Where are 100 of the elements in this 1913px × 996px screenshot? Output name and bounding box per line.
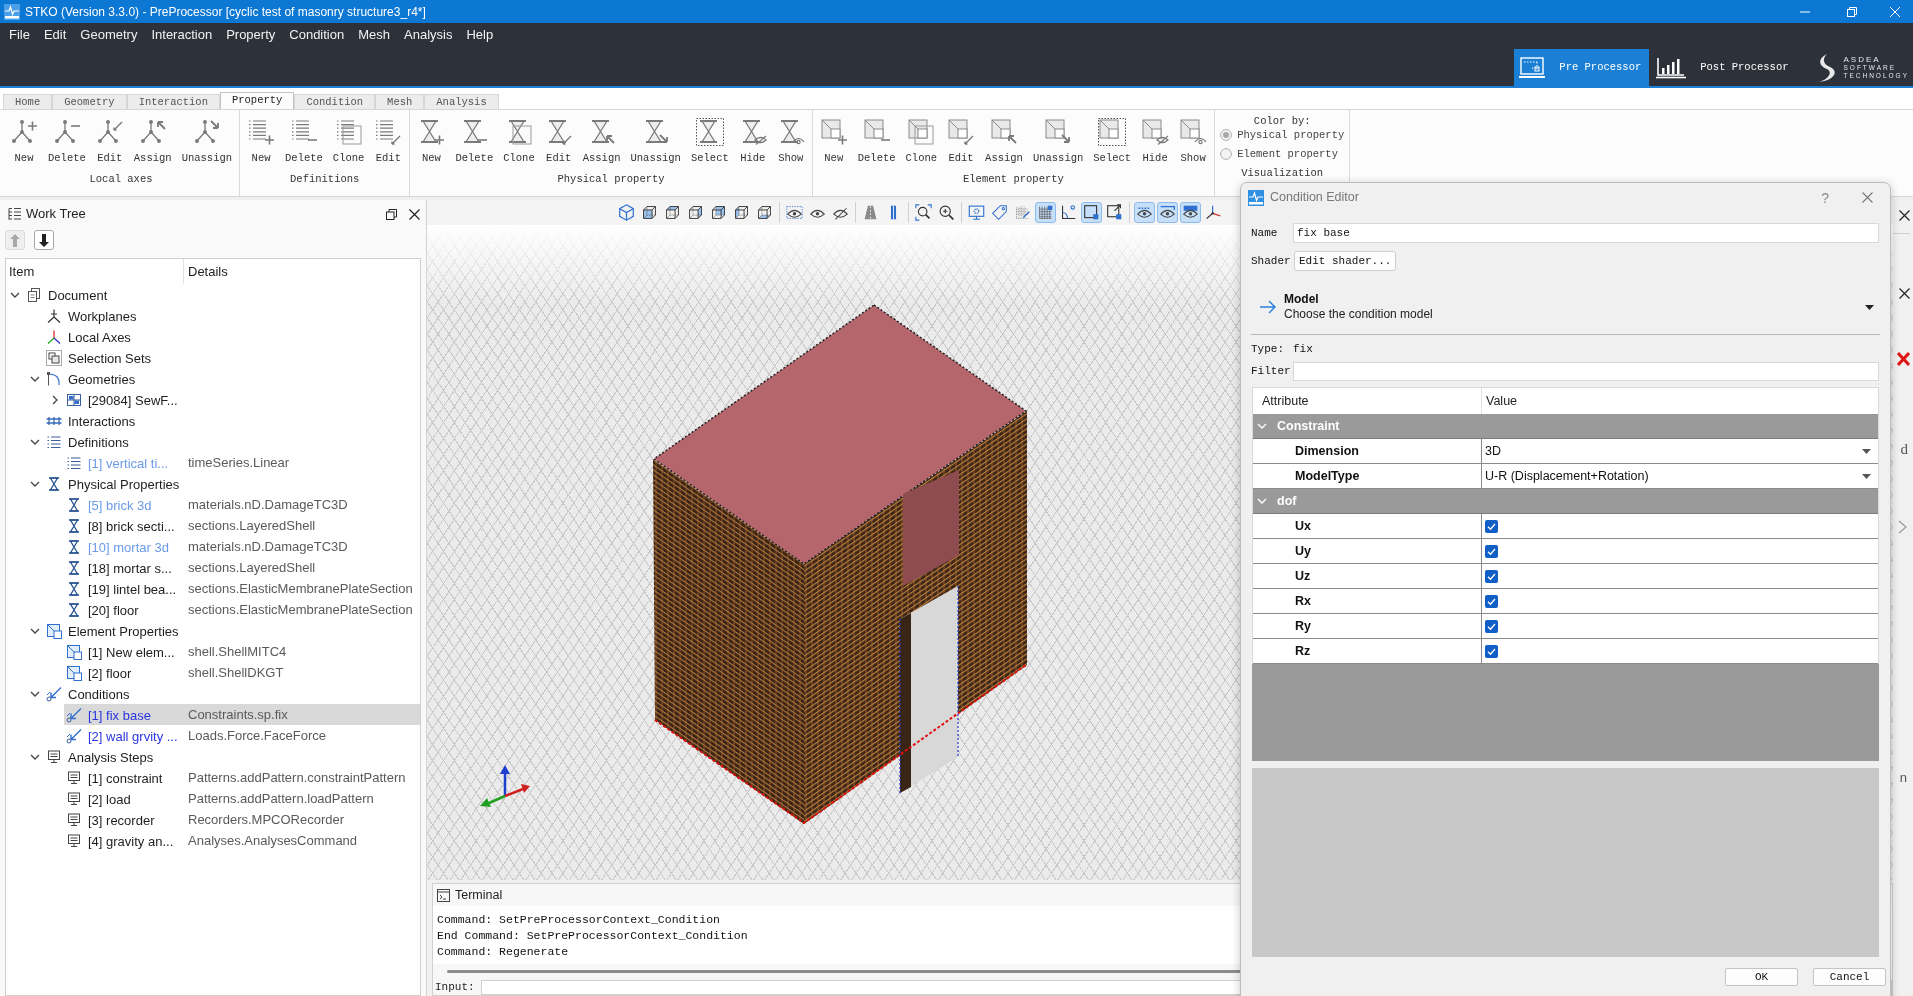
menu-item[interactable]: Geometry (80, 24, 138, 45)
tree-item[interactable]: [1] vertical ti... timeSeries.Linear (64, 452, 420, 473)
ribbon-button[interactable]: Clone (900, 110, 943, 165)
ribbon-button[interactable]: New (5, 110, 43, 165)
dropdown-field[interactable]: 3D (1482, 439, 1878, 463)
tree-item[interactable]: Definitions (44, 431, 420, 452)
close-icon[interactable] (1899, 210, 1910, 221)
ribbon-button[interactable]: Select (1088, 110, 1137, 165)
ribbon-button[interactable]: Show (771, 110, 810, 165)
toolbar-button[interactable] (1134, 202, 1155, 223)
radio-button[interactable] (1220, 148, 1233, 160)
ribbon-button[interactable]: Assign (980, 110, 1028, 165)
ribbon-tab[interactable]: Condition (294, 94, 376, 109)
tree-item[interactable]: Local Axes (44, 326, 420, 347)
mode-button[interactable]: Post Processor (1651, 49, 1797, 86)
ribbon-button[interactable]: Hide (733, 110, 772, 165)
ribbon-button[interactable]: Hide (1136, 110, 1175, 165)
ribbon-button[interactable]: Clone (498, 110, 540, 165)
tree-item[interactable]: Element Properties (44, 620, 420, 641)
menu-item[interactable]: Mesh (358, 24, 390, 45)
dropdown-field[interactable]: U-R (Displacement+Rotation) (1482, 464, 1878, 488)
ribbon-button[interactable]: New (412, 110, 451, 165)
checkbox[interactable] (1485, 644, 1498, 658)
ribbon-button[interactable]: New (814, 110, 853, 165)
checkbox[interactable] (1485, 519, 1498, 533)
menu-item[interactable]: Analysis (404, 24, 453, 45)
tree-item[interactable]: Conditions (44, 683, 420, 704)
tree-item[interactable]: [29084] SewF... (64, 389, 420, 410)
name-field[interactable]: fix base (1293, 223, 1879, 243)
tree-item[interactable]: [19] lintel bea... sections.ElasticMembranePlateSection (64, 578, 420, 599)
tree-item[interactable]: Workplanes (44, 305, 420, 326)
ribbon-button[interactable]: Select (685, 110, 734, 165)
ribbon-button[interactable]: Delete (280, 110, 328, 165)
toolbar-button[interactable] (913, 202, 934, 223)
tree-item[interactable]: [1] fix base Constraints.sp.fix (64, 704, 420, 725)
menu-item[interactable]: Edit (43, 24, 67, 45)
ribbon-button[interactable]: Unassign (625, 110, 686, 165)
ribbon-button[interactable]: Clone (327, 110, 370, 165)
ribbon-tab[interactable]: Analysis (424, 94, 499, 109)
tree-item[interactable]: Interactions (44, 410, 420, 431)
mode-button[interactable]: Pre Processor (1514, 49, 1650, 86)
ribbon-tab[interactable]: Property (219, 92, 295, 109)
close-icon[interactable] (409, 208, 420, 220)
checkbox[interactable] (1485, 594, 1498, 608)
chevron-right-icon[interactable] (50, 394, 60, 405)
tree-item[interactable]: Selection Sets (44, 347, 420, 368)
ribbon-tab[interactable]: Interaction (126, 94, 220, 109)
tree-item[interactable]: Document (24, 284, 420, 305)
move-down-button[interactable] (34, 230, 54, 250)
filter-field[interactable] (1293, 362, 1879, 381)
tree-item[interactable]: [1] constraint Patterns.addPattern.constraintPattern (64, 767, 420, 788)
checkbox[interactable] (1485, 544, 1498, 558)
checkbox[interactable] (1485, 569, 1498, 583)
ribbon-button[interactable]: Assign (128, 110, 177, 165)
menu-item[interactable]: Interaction (151, 24, 213, 45)
tree-item[interactable]: [4] gravity an... Analyses.AnalysesCommand (64, 830, 420, 851)
ribbon-button[interactable]: Edit (942, 110, 981, 165)
radio-button[interactable] (1220, 129, 1233, 141)
menu-item[interactable]: File (9, 24, 30, 45)
tree-item[interactable]: [2] load Patterns.addPattern.loadPattern (64, 788, 420, 809)
toolbar-button[interactable] (1157, 202, 1178, 223)
restore-icon[interactable] (386, 208, 397, 220)
ribbon-button[interactable]: Delete (450, 110, 499, 165)
menu-item[interactable]: Property (226, 24, 276, 45)
tree-item[interactable]: Geometries (44, 368, 420, 389)
tree-item[interactable]: [2] floor shell.ShellDKGT (64, 662, 420, 683)
toolbar-button[interactable] (1180, 202, 1201, 223)
ribbon-button[interactable]: New (242, 110, 281, 165)
dialog-button[interactable]: Cancel (1813, 968, 1886, 986)
tree-item-label: Workplanes (68, 308, 137, 324)
menu-item[interactable]: Help (466, 24, 494, 45)
ribbon-button[interactable]: Edit (539, 110, 578, 165)
tree-item[interactable]: [8] brick secti... sections.LayeredShell (64, 515, 420, 536)
ribbon-button[interactable]: Show (1174, 110, 1213, 165)
tree-item[interactable]: [10] mortar 3d materials.nD.DamageTC3D (64, 536, 420, 557)
edit-shader-button[interactable]: Edit shader... (1294, 251, 1397, 271)
tree-item[interactable]: Analysis Steps (44, 746, 420, 767)
ribbon-button[interactable]: Edit (90, 110, 129, 165)
ribbon-button[interactable]: Unassign (1027, 110, 1089, 165)
tree-item[interactable]: [18] mortar s... sections.LayeredShell (64, 557, 420, 578)
ribbon-button[interactable]: Edit (369, 110, 408, 165)
ribbon-button[interactable]: Delete (43, 110, 91, 165)
caret-down-icon[interactable] (1865, 304, 1874, 310)
tree-item[interactable]: Physical Properties (44, 473, 420, 494)
ribbon-tab[interactable]: Home (3, 94, 53, 109)
ribbon-button[interactable]: Delete (852, 110, 901, 165)
ribbon-button[interactable]: Unassign (176, 110, 238, 165)
dialog-button[interactable]: OK (1725, 968, 1798, 986)
tree-item[interactable]: [5] brick 3d materials.nD.DamageTC3D (64, 494, 420, 515)
tree-item[interactable]: [20] floor sections.ElasticMembranePlateSection (64, 599, 420, 620)
tree-item[interactable]: [3] recorder Recorders.MPCORecorder (64, 809, 420, 830)
ribbon-tab[interactable]: Mesh (375, 94, 425, 109)
checkbox[interactable] (1485, 619, 1498, 633)
tree-item[interactable]: [1] New elem... shell.ShellMITC4 (64, 641, 420, 662)
ribbon-button[interactable]: Assign (577, 110, 626, 165)
menu-item[interactable]: Condition (289, 24, 345, 45)
toolbar-button[interactable] (1081, 202, 1102, 223)
close-icon[interactable] (1899, 288, 1910, 299)
ribbon-tab[interactable]: Geometry (52, 94, 127, 109)
tree-item[interactable]: [2] wall grvity ... Loads.Force.FaceForce (64, 725, 420, 746)
